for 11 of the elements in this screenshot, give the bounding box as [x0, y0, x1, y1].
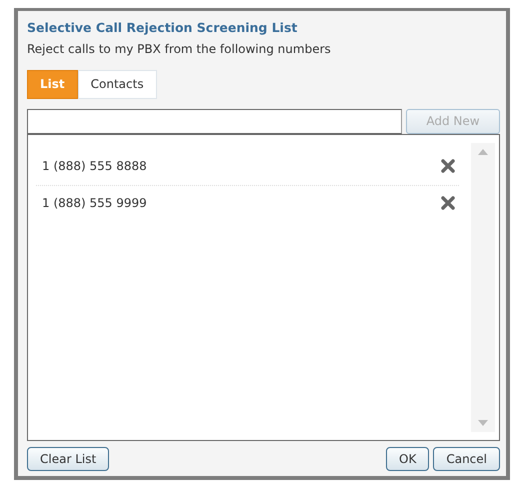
- dialog-subtitle: Reject calls to my PBX from the following numbers: [27, 40, 332, 58]
- tab[interactable]: Contacts: [78, 70, 157, 99]
- phone-number: 1 (888) 555 9999: [42, 194, 147, 212]
- delete-icon[interactable]: [441, 158, 455, 173]
- clear-list-button[interactable]: Clear List: [27, 447, 110, 471]
- phone-number: 1 (888) 555 8888: [42, 158, 147, 175]
- delete-icon[interactable]: [441, 196, 455, 210]
- dialog-title: Selective Call Rejection Screening List: [27, 19, 298, 37]
- cancel-button[interactable]: Cancel: [433, 447, 500, 471]
- ok-button[interactable]: OK: [386, 447, 430, 471]
- number-input-field[interactable]: [27, 108, 402, 134]
